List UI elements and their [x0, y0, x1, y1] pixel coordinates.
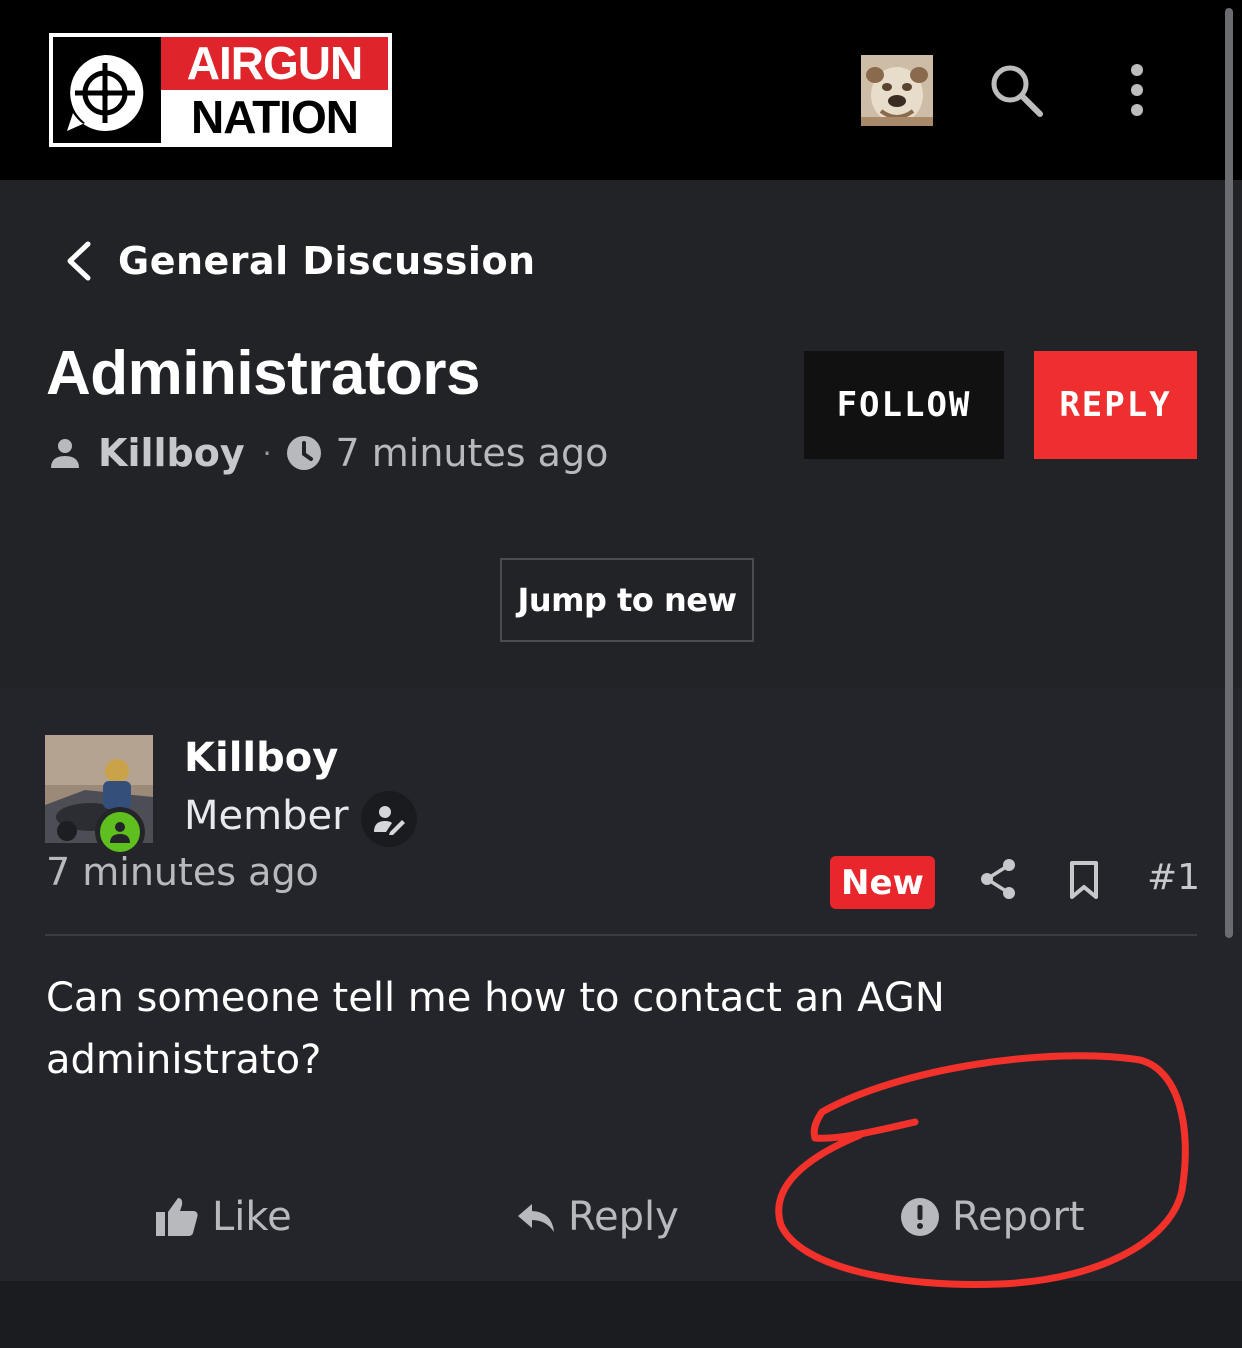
crosshair-icon	[53, 37, 161, 143]
thread-header: General Discussion Administrators Killbo…	[0, 180, 1242, 687]
user-avatar[interactable]	[861, 55, 933, 126]
post-body: Can someone tell me how to contact an AG…	[46, 975, 945, 1083]
post-time: 7 minutes ago	[46, 850, 319, 894]
like-button[interactable]: Like	[154, 1189, 292, 1245]
more-vertical-icon[interactable]	[1116, 60, 1158, 120]
reply-label: Reply	[568, 1194, 679, 1240]
like-label: Like	[212, 1194, 292, 1240]
thread-author[interactable]: Killboy	[98, 431, 245, 475]
logo-text-airgun: AIRGUN	[161, 37, 388, 90]
report-label: Report	[952, 1194, 1085, 1240]
clock-icon	[286, 436, 321, 470]
search-icon[interactable]	[986, 60, 1046, 120]
online-status-dot	[100, 812, 140, 852]
breadcrumb[interactable]: General Discussion	[60, 236, 536, 286]
share-icon[interactable]	[978, 857, 1018, 901]
member-edit-icon	[361, 791, 417, 847]
user-online-icon	[110, 822, 130, 843]
report-button[interactable]: Report	[900, 1189, 1085, 1245]
page-title: Administrators	[46, 339, 480, 408]
thumbs-up-icon	[156, 1198, 198, 1236]
new-badge: New	[830, 856, 935, 909]
site-logo[interactable]: AIRGUN NATION	[49, 33, 392, 147]
chevron-left-icon	[67, 241, 91, 281]
breadcrumb-label: General Discussion	[118, 239, 536, 283]
reply-arrow-icon	[518, 1204, 554, 1232]
thread-meta: Killboy · 7 minutes ago	[48, 428, 608, 478]
page-bottom	[0, 1281, 1242, 1348]
user-icon	[51, 439, 79, 468]
logo-text-nation: NATION	[161, 90, 388, 143]
post: Killboy Member 7 minutes ago New #1 Can …	[0, 687, 1242, 1281]
post-reply-button[interactable]: Reply	[516, 1189, 679, 1245]
post-divider	[45, 934, 1197, 936]
scrollbar[interactable]	[1225, 8, 1233, 938]
bookmark-icon[interactable]	[1067, 859, 1101, 901]
top-bar: AIRGUN NATION	[0, 0, 1242, 180]
alert-circle-icon	[901, 1198, 939, 1236]
post-number-link[interactable]: #1	[1147, 857, 1200, 898]
post-author-role: Member	[184, 793, 349, 839]
follow-button[interactable]: FOLLOW	[804, 351, 1004, 459]
jump-to-new-button[interactable]: Jump to new	[500, 558, 754, 642]
logo-inner: AIRGUN NATION	[53, 37, 388, 143]
thread-time: 7 minutes ago	[335, 431, 609, 475]
meta-separator: ·	[262, 436, 272, 470]
reply-button[interactable]: REPLY	[1034, 351, 1197, 459]
post-author-name[interactable]: Killboy	[184, 735, 338, 781]
